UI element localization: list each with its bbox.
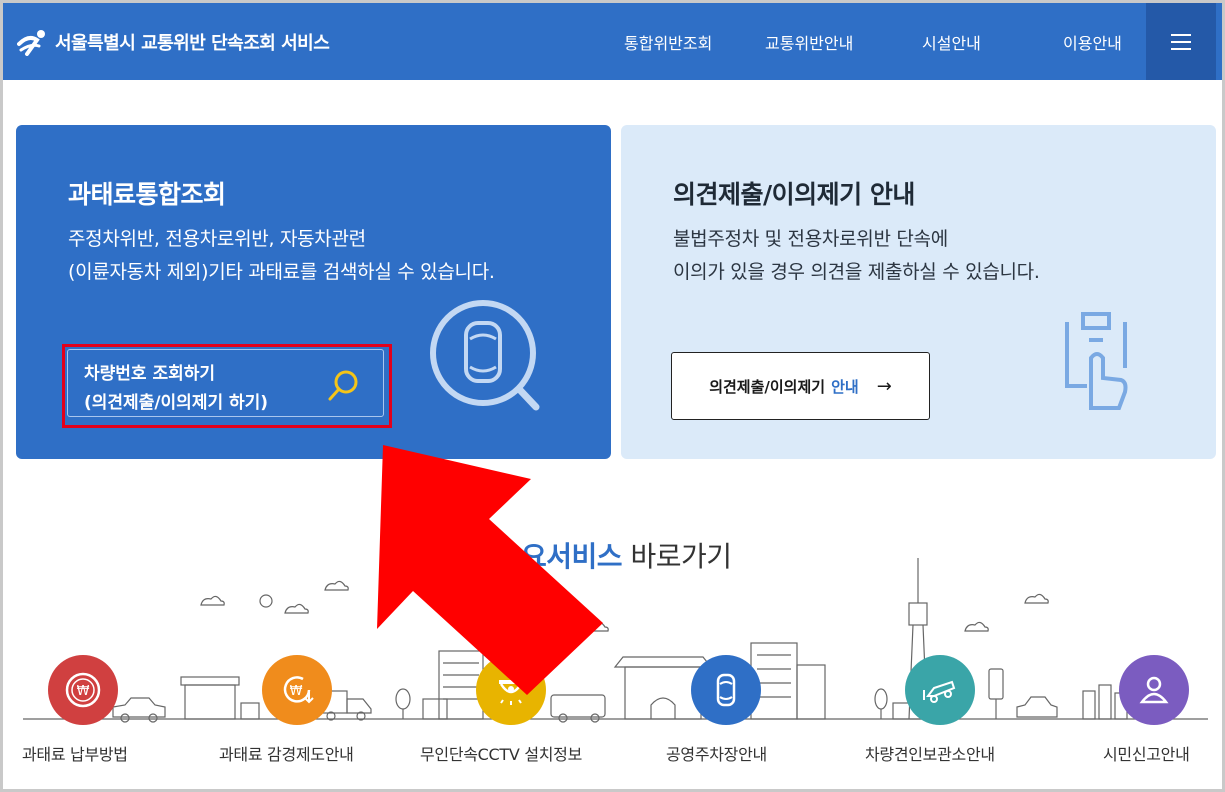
opinion-guide-button[interactable]: 의견제출/이의제기 안내 → [671, 352, 930, 420]
fine-search-title: 과태료통합조회 [68, 180, 226, 209]
hamburger-icon [1171, 33, 1191, 50]
opinion-desc-line2: 이의가 있을 경우 의견을 제출하실 수 있습니다. [673, 261, 1040, 283]
service-label-cctv-info[interactable]: 무인단속CCTV 설치정보 [420, 741, 582, 765]
site-logo[interactable]: 서울특별시 교통위반 단속조회 서비스 [17, 28, 330, 56]
service-fine-reduction[interactable]: ₩ [262, 655, 332, 725]
opinion-guide-description: 불법주정차 및 전용차로위반 단속에 이의가 있을 경우 의견을 제출하실 수 … [673, 223, 1040, 289]
nav-usage-guide[interactable]: 이용안내 [1063, 30, 1122, 54]
opinion-desc-line1: 불법주정차 및 전용차로위반 단속에 [673, 228, 948, 250]
service-label-fine-reduction[interactable]: 과태료 감경제도안내 [219, 741, 354, 765]
person-icon [1139, 676, 1169, 704]
nav-violation-guide[interactable]: 교통위반안내 [765, 30, 853, 54]
service-fine-payment[interactable]: ₩ [48, 655, 118, 725]
tow-car-icon [923, 680, 956, 703]
won-coin-icon: ₩ [65, 672, 101, 708]
opinion-button-label: 의견제출/이의제기 [709, 377, 826, 396]
car-magnifier-icon [430, 300, 540, 411]
opinion-guide-card: 의견제출/이의제기 안내 불법주정차 및 전용차로위반 단속에 이의가 있을 경… [621, 125, 1216, 459]
service-towing-storage[interactable] [905, 655, 975, 725]
opinion-button-accent: 안내 [831, 377, 859, 396]
clipboard-hand-icon [1065, 312, 1128, 410]
service-citizen-report[interactable] [1119, 655, 1189, 725]
site-title: 서울특별시 교통위반 단속조회 서비스 [55, 33, 330, 54]
fine-search-desc-line1: 주정차위반, 전용차로위반, 자동차관련 [68, 228, 366, 250]
opinion-guide-title: 의견제출/이의제기 안내 [673, 180, 915, 209]
site-header: 서울특별시 교통위반 단속조회 서비스 통합위반조회 교통위반안내 시설안내 이… [3, 3, 1222, 80]
service-label-towing-storage[interactable]: 차량견인보관소안내 [865, 741, 995, 765]
fine-search-desc-line2: (이륜자동차 제외)기타 과태료를 검색하실 수 있습니다. [68, 261, 495, 283]
fine-search-description: 주정차위반, 전용차로위반, 자동차관련 (이륜자동차 제외)기타 과태료를 검… [68, 223, 495, 289]
hamburger-menu-button[interactable] [1146, 3, 1216, 80]
service-label-public-parking[interactable]: 공영주차장안내 [666, 741, 767, 765]
red-arrow-annotation [377, 445, 603, 695]
svg-text:₩: ₩ [290, 684, 303, 699]
service-label-fine-payment[interactable]: 과태료 납부방법 [22, 741, 128, 765]
car-icon [716, 673, 736, 707]
nav-integrated-violation[interactable]: 통합위반조회 [624, 30, 712, 54]
nav-facility-guide[interactable]: 시설안내 [922, 30, 981, 54]
seoul-logo-icon [17, 30, 45, 56]
browser-frame: 서울특별시 교통위반 단속조회 서비스 통합위반조회 교통위반안내 시설안내 이… [0, 0, 1225, 792]
service-public-parking[interactable] [691, 655, 761, 725]
arrow-right-icon: → [876, 375, 892, 397]
service-label-citizen-report[interactable]: 시민신고안내 [1103, 741, 1190, 765]
svg-text:₩: ₩ [77, 684, 90, 699]
won-discount-icon: ₩ [283, 676, 314, 704]
highlight-box [62, 344, 392, 428]
